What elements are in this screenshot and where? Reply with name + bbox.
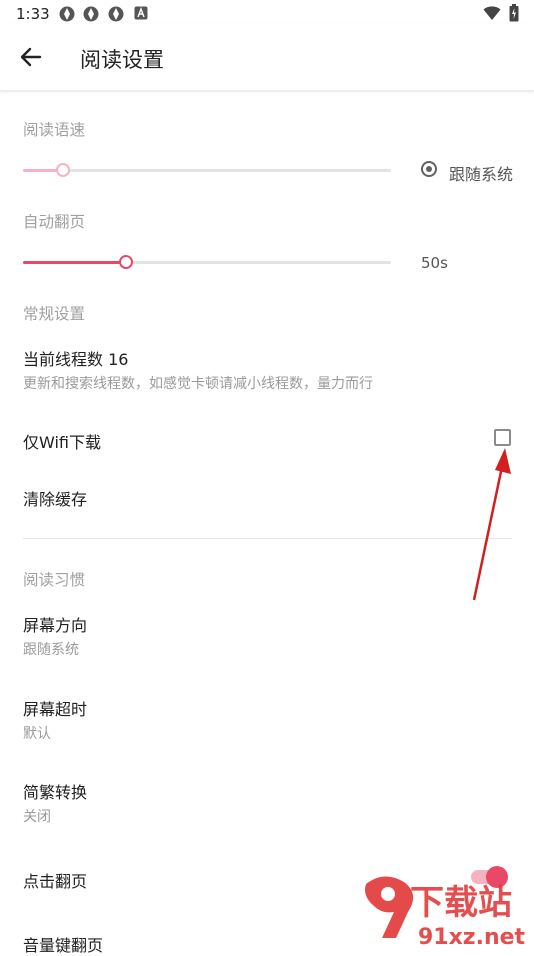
auto-page-slider[interactable]: [23, 254, 391, 269]
wifi-icon: [483, 5, 501, 25]
auto-page-slider-fill: [23, 261, 126, 264]
divider: [23, 538, 512, 539]
screen-orientation-value: 跟随系统: [23, 642, 79, 658]
conversion-value: 关闭: [23, 809, 51, 825]
section-reading-habits: 阅读习惯: [23, 571, 86, 589]
watermark-logo: 下载站 91xz.net: [360, 868, 534, 950]
clear-cache-item[interactable]: 清除缓存: [23, 486, 87, 510]
status-time: 1:33: [16, 5, 50, 23]
battery-icon: [509, 4, 519, 26]
notification-a-icon: [134, 6, 150, 22]
section-general: 常规设置: [23, 305, 86, 323]
follow-system-label[interactable]: 跟随系统: [449, 161, 513, 185]
thread-count-title[interactable]: 当前线程数 16: [23, 346, 128, 370]
conversion-title[interactable]: 简繁转换: [23, 779, 87, 803]
back-arrow-icon[interactable]: [18, 46, 44, 68]
follow-system-radio[interactable]: [421, 161, 437, 177]
screen-timeout-title[interactable]: 屏幕超时: [23, 696, 87, 720]
watermark-url: 91xz.net: [418, 925, 526, 950]
wifi-only-label[interactable]: 仅Wifi下载: [23, 429, 101, 453]
screen-timeout-value: 默认: [23, 726, 51, 742]
notification-app-icon: [83, 6, 99, 22]
page-title: 阅读设置: [80, 48, 164, 72]
tap-page-label[interactable]: 点击翻页: [23, 868, 87, 892]
thread-count-description: 更新和搜索线程数，如感觉卡顿请减小线程数，量力而行: [23, 376, 373, 392]
annotation-arrow: [460, 440, 520, 605]
section-reading-speed: 阅读语速: [23, 121, 86, 139]
volume-key-page-label[interactable]: 音量键翻页: [23, 932, 103, 956]
reading-speed-slider-thumb[interactable]: [56, 162, 70, 177]
auto-page-value: 50s: [421, 254, 448, 272]
auto-page-slider-thumb[interactable]: [119, 254, 133, 269]
app-bar: 阅读设置: [0, 24, 534, 91]
watermark-text: 下载站: [410, 883, 512, 923]
reading-speed-slider[interactable]: [23, 162, 391, 177]
section-auto-page: 自动翻页: [23, 213, 86, 231]
screen-orientation-title[interactable]: 屏幕方向: [23, 612, 87, 636]
notification-app-icon: [59, 6, 75, 22]
notification-app-icon: [108, 6, 124, 22]
